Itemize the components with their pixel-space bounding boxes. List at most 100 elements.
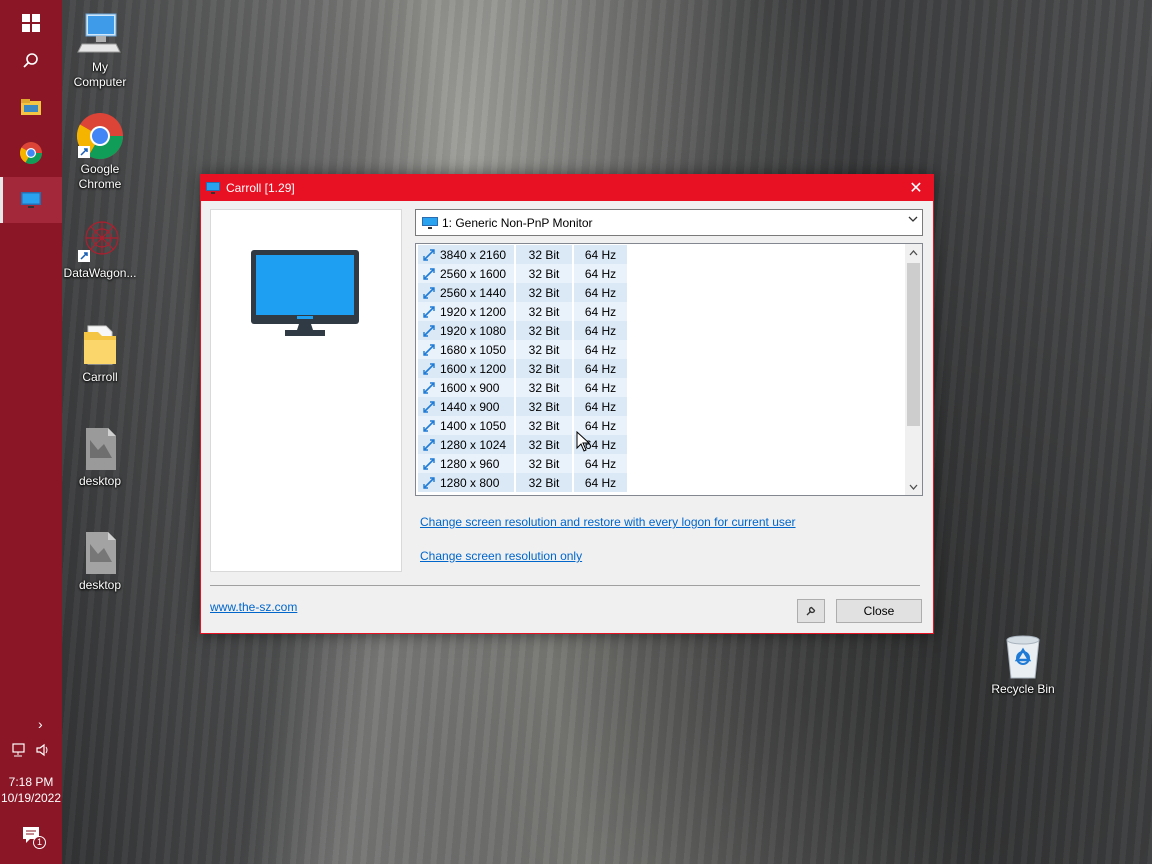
- app-icon: [206, 181, 220, 195]
- close-window-button[interactable]: ✕: [899, 175, 933, 201]
- resize-icon: [423, 324, 435, 337]
- scroll-up-arrow[interactable]: [905, 244, 922, 261]
- resolution-row[interactable]: 1600 x 900 32 Bit 64 Hz: [418, 378, 627, 397]
- color-depth: 32 Bit: [516, 245, 572, 264]
- clock-date: 10/19/2022: [0, 791, 62, 805]
- wrench-icon: [806, 606, 816, 616]
- resolution-value: 1600 x 1200: [440, 361, 507, 376]
- resolution-row[interactable]: 2560 x 1440 32 Bit 64 Hz: [418, 283, 627, 302]
- resolution-row[interactable]: 1280 x 1024 32 Bit 64 Hz: [418, 435, 627, 454]
- chevron-down-icon: [909, 484, 918, 490]
- refresh-rate: 64 Hz: [574, 359, 627, 378]
- carroll-taskbar-button[interactable]: [0, 177, 62, 223]
- scroll-down-arrow[interactable]: [905, 478, 922, 495]
- desktop-icon-google-chrome[interactable]: Google Chrome: [62, 112, 138, 192]
- close-button[interactable]: Close: [836, 599, 922, 623]
- color-depth: 32 Bit: [516, 321, 572, 340]
- chrome-icon: [20, 142, 42, 164]
- monitor-icon: [21, 192, 41, 208]
- resolution-value: 2560 x 1600: [440, 266, 507, 281]
- resolution-row[interactable]: 1280 x 960 32 Bit 64 Hz: [418, 454, 627, 473]
- selected-monitor: 1: Generic Non-PnP Monitor: [442, 215, 593, 230]
- resolution-row[interactable]: 1680 x 1050 32 Bit 64 Hz: [418, 340, 627, 359]
- resolution-value: 2560 x 1440: [440, 285, 507, 300]
- resolution-value: 1400 x 1050: [440, 418, 507, 433]
- resize-icon: [423, 286, 435, 299]
- refresh-rate: 64 Hz: [574, 245, 627, 264]
- resolution-row[interactable]: 3840 x 2160 32 Bit 64 Hz: [418, 245, 627, 264]
- desktop-icon-desktop-image-2[interactable]: desktop: [62, 528, 138, 593]
- action-center-button[interactable]: 1: [0, 824, 62, 852]
- resolution-value: 1440 x 900: [440, 399, 500, 414]
- resolution-row[interactable]: 1600 x 1200 32 Bit 64 Hz: [418, 359, 627, 378]
- resolution-row[interactable]: 2560 x 1600 32 Bit 64 Hz: [418, 264, 627, 283]
- color-depth: 32 Bit: [516, 340, 572, 359]
- image-file-icon: [76, 528, 124, 576]
- title-bar[interactable]: Carroll [1.29] ✕: [201, 175, 933, 201]
- resolution-row[interactable]: 1440 x 900 32 Bit 64 Hz: [418, 397, 627, 416]
- monitor-dropdown[interactable]: 1: Generic Non-PnP Monitor: [415, 209, 923, 236]
- desktop-icon-carroll[interactable]: Carroll: [62, 320, 138, 385]
- computer-icon: [76, 10, 124, 58]
- color-depth: 32 Bit: [516, 454, 572, 473]
- chevron-down-icon: [908, 215, 918, 226]
- show-hidden-icons-button[interactable]: ›: [0, 716, 62, 736]
- resize-icon: [423, 248, 435, 261]
- carroll-window: Carroll [1.29] ✕ 1: Generic Non-PnP Moni…: [200, 174, 934, 634]
- window-title: Carroll [1.29]: [226, 181, 295, 195]
- scrollbar-thumb[interactable]: [907, 263, 920, 426]
- mouse-cursor-icon: [576, 431, 591, 452]
- color-depth: 32 Bit: [516, 378, 572, 397]
- color-depth: 32 Bit: [516, 359, 572, 378]
- chrome-icon: [76, 112, 124, 160]
- refresh-rate: 64 Hz: [574, 378, 627, 397]
- resolution-value: 1280 x 1024: [440, 437, 507, 452]
- color-depth: 32 Bit: [516, 283, 572, 302]
- refresh-rate: 64 Hz: [574, 340, 627, 359]
- chrome-taskbar-button[interactable]: [0, 130, 62, 176]
- settings-button[interactable]: [797, 599, 825, 623]
- desktop-icon-datawagon[interactable]: DataWagon...: [62, 216, 138, 281]
- color-depth: 32 Bit: [516, 435, 572, 454]
- change-resolution-only-link[interactable]: Change screen resolution only: [420, 549, 582, 563]
- resolution-row[interactable]: 1920 x 1080 32 Bit 64 Hz: [418, 321, 627, 340]
- search-button[interactable]: [0, 38, 62, 84]
- file-explorer-button[interactable]: [0, 84, 62, 130]
- resize-icon: [423, 305, 435, 318]
- website-link[interactable]: www.the-sz.com: [210, 600, 297, 614]
- taskbar: › 7:18 PM 10/19/2022 1: [0, 0, 62, 864]
- resolution-row[interactable]: 1920 x 1200 32 Bit 64 Hz: [418, 302, 627, 321]
- resolution-row[interactable]: 1280 x 800 32 Bit 64 Hz: [418, 473, 627, 492]
- recycle-bin-icon: [999, 632, 1047, 680]
- resolution-value: 1280 x 960: [440, 456, 500, 471]
- refresh-rate: 64 Hz: [574, 302, 627, 321]
- notification-badge: 1: [33, 836, 46, 849]
- desktop-icon-my-computer[interactable]: My Computer: [62, 10, 138, 90]
- volume-icon[interactable]: [35, 742, 51, 758]
- chevron-right-icon: ›: [38, 716, 43, 732]
- desktop-icon-desktop-image-1[interactable]: desktop: [62, 424, 138, 489]
- resolution-row[interactable]: 1400 x 1050 32 Bit 64 Hz: [418, 416, 627, 435]
- desktop-icon-label: DataWagon...: [63, 266, 137, 280]
- color-depth: 32 Bit: [516, 397, 572, 416]
- desktop-icon-label: desktop: [78, 474, 122, 488]
- desktop-icon-label: Recycle Bin: [991, 682, 1055, 696]
- resize-icon: [423, 362, 435, 375]
- resolution-value: 1280 x 800: [440, 475, 500, 490]
- refresh-rate: 64 Hz: [574, 397, 627, 416]
- change-resolution-restore-link[interactable]: Change screen resolution and restore wit…: [420, 515, 796, 529]
- desktop-icon-label: desktop: [78, 578, 122, 592]
- monitor-preview: [210, 209, 402, 572]
- divider: [210, 585, 920, 586]
- resolution-value: 1680 x 1050: [440, 342, 507, 357]
- resolution-list[interactable]: 1280 x 800 32 Bit 64 Hz 1280 x 960 32 Bit 64 …: [415, 243, 923, 496]
- network-icon[interactable]: [12, 742, 28, 758]
- vertical-scrollbar[interactable]: [905, 244, 922, 495]
- desktop-icon-recycle-bin[interactable]: Recycle Bin: [985, 632, 1061, 697]
- chevron-up-icon: [909, 249, 918, 255]
- clock[interactable]: 7:18 PM 10/19/2022: [0, 774, 62, 806]
- resize-icon: [423, 267, 435, 280]
- color-depth: 32 Bit: [516, 416, 572, 435]
- resize-icon: [423, 457, 435, 470]
- resize-icon: [423, 438, 435, 451]
